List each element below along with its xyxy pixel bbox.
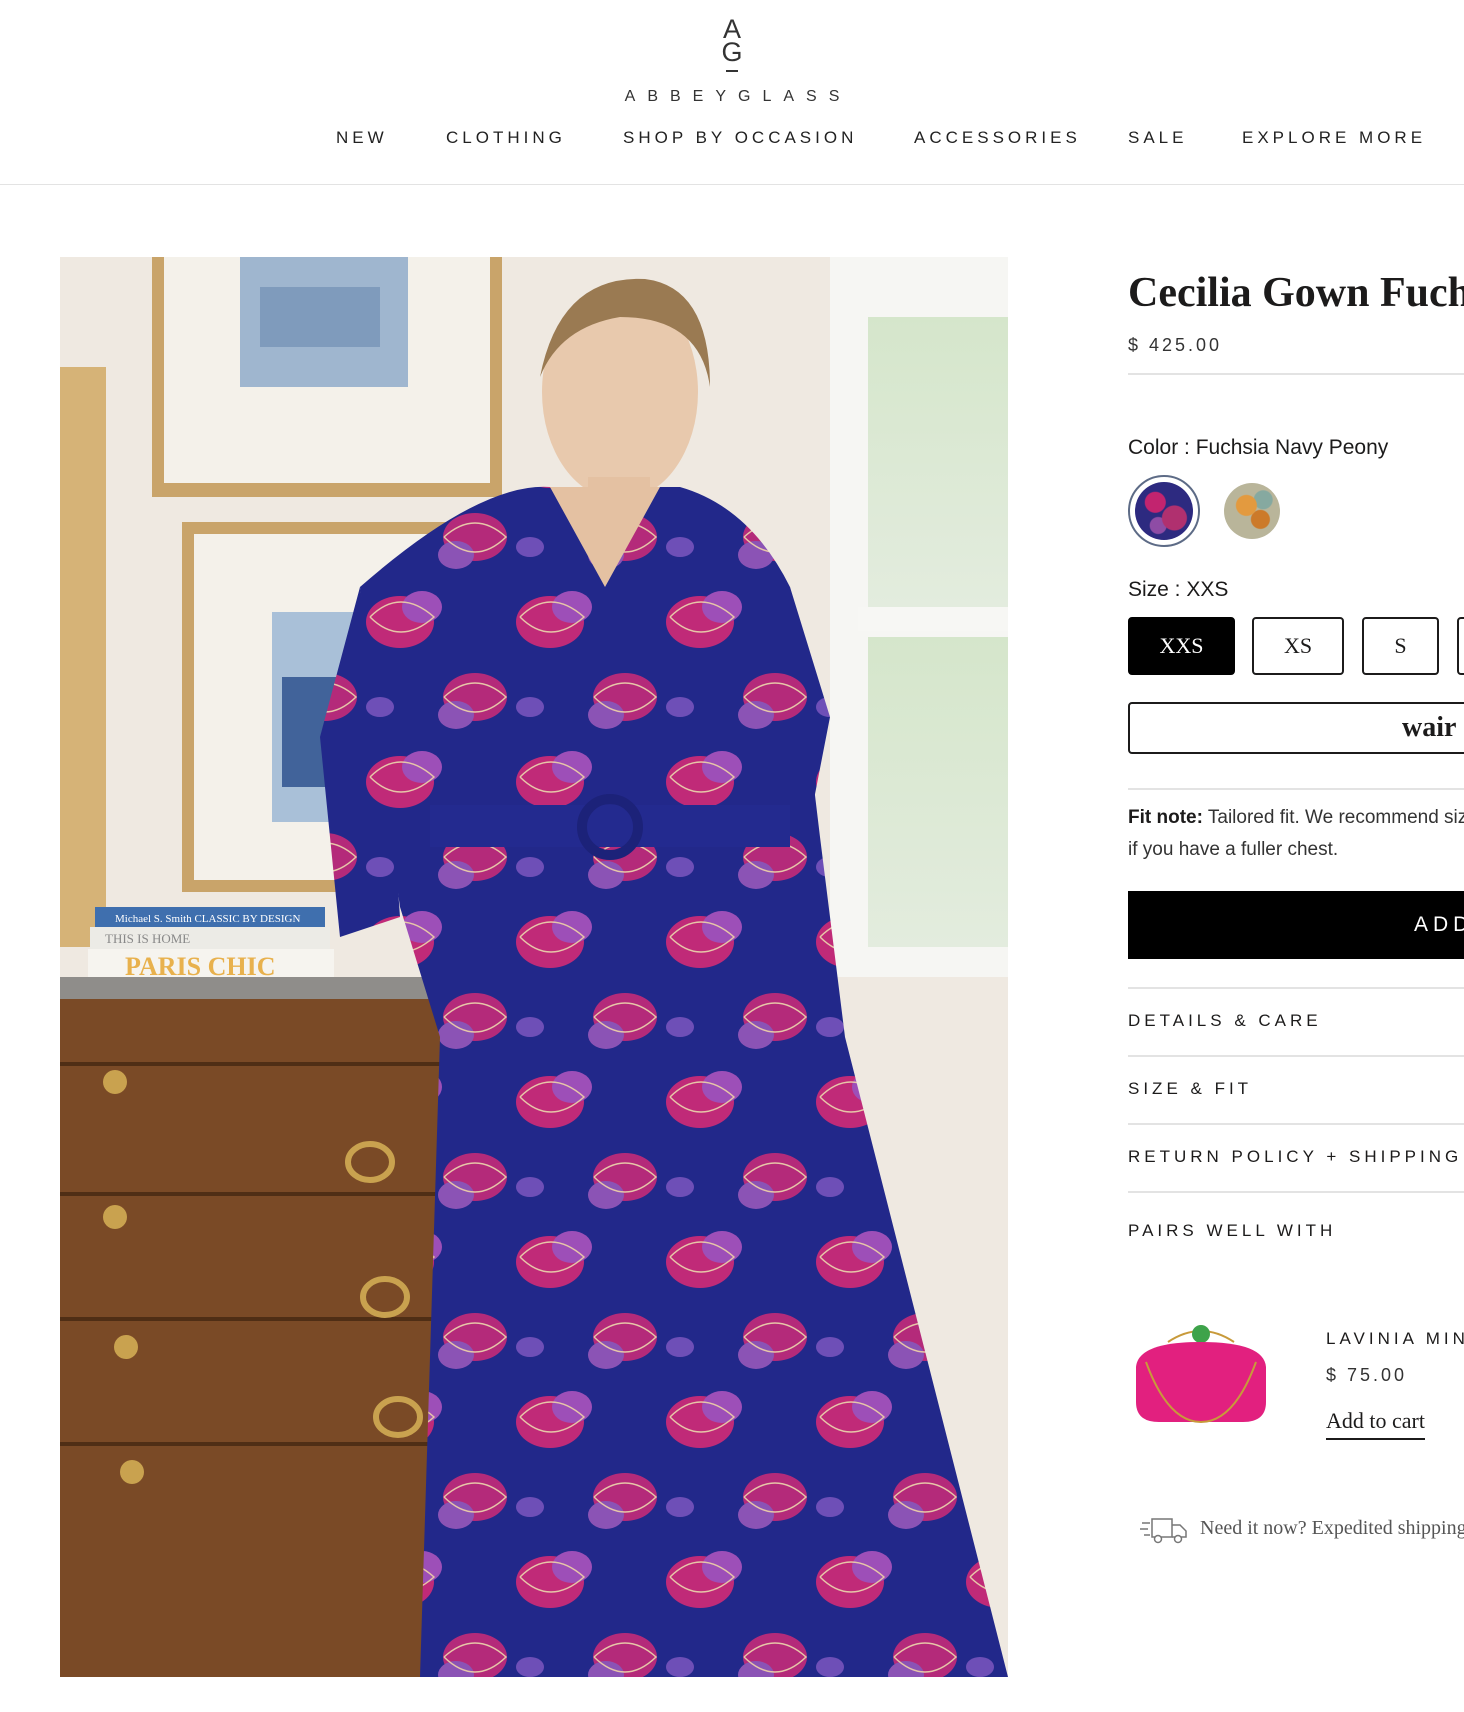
- pair-item-price: $ 75.00: [1326, 1365, 1408, 1385]
- main-nav: NEW CLOTHING SHOP BY OCCASION ACCESSORIE…: [0, 128, 1464, 156]
- product-photo: Michael S. Smith CLASSIC BY DESIGN THIS …: [60, 257, 1008, 1677]
- book-1-spine: Michael S. Smith CLASSIC BY DESIGN: [115, 913, 300, 925]
- accordion-label: RETURN POLICY + SHIPPING POLICY: [1128, 1147, 1464, 1166]
- window-pane-top: [868, 317, 1008, 607]
- accordion-details-care[interactable]: DETAILS & CARE: [1128, 989, 1464, 1055]
- nav-item-shop-by-occasion[interactable]: SHOP BY OCCASION: [623, 128, 857, 148]
- product-image[interactable]: Michael S. Smith CLASSIC BY DESIGN THIS …: [60, 257, 1008, 1677]
- divider: [1128, 788, 1464, 790]
- window-pane-bottom: [868, 637, 1008, 947]
- shipping-note-text: Need it now? Expedited shipping availabl…: [1200, 1517, 1464, 1539]
- color-label-prefix: Color :: [1128, 436, 1196, 459]
- size-label-value: XXS: [1186, 578, 1229, 601]
- pair-add-to-cart-link[interactable]: Add to cart: [1326, 1408, 1425, 1440]
- site-header: A G ABBEYGLASS NEW CLOTHING SHOP BY OCCA…: [0, 0, 1464, 185]
- color-swatch-alternate[interactable]: [1224, 483, 1280, 539]
- pair-item-name[interactable]: LAVINIA MINI CLUTCH: [1326, 1329, 1464, 1349]
- color-label: Color : Fuchsia Navy Peony: [1128, 436, 1388, 460]
- nav-item-explore-more[interactable]: EXPLORE MORE: [1242, 128, 1426, 148]
- monogram-logo: A G: [712, 14, 752, 76]
- brand-logo[interactable]: A G ABBEYGLASS: [0, 14, 1464, 106]
- book-3-spine: PARIS CHIC: [125, 952, 275, 981]
- brand-wordmark: ABBEYGLASS: [624, 88, 852, 105]
- color-swatch-fuchsia-navy-peony[interactable]: [1128, 475, 1200, 547]
- size-label-prefix: Size :: [1128, 578, 1187, 601]
- size-button-xxs[interactable]: XXS: [1128, 617, 1235, 675]
- fit-note-label: Fit note:: [1128, 807, 1203, 828]
- nav-item-sale[interactable]: SALE: [1128, 128, 1187, 148]
- divider: [1128, 373, 1464, 375]
- add-to-cart-label: ADD TO CART: [1414, 913, 1464, 936]
- product-info: Cecilia Gown Fuchsia Navy Peony $ 425.00…: [1128, 257, 1464, 1712]
- accordion-label: DETAILS & CARE: [1128, 1011, 1322, 1030]
- add-to-cart-button[interactable]: ADD TO CART: [1128, 891, 1464, 959]
- color-label-value: Fuchsia Navy Peony: [1195, 436, 1389, 459]
- accordion-label: SIZE & FIT: [1128, 1079, 1253, 1098]
- divider: [1128, 1191, 1464, 1193]
- size-label: Size : XXS: [1128, 578, 1228, 602]
- nav-item-accessories[interactable]: ACCESSORIES: [914, 128, 1081, 148]
- swatch-fill: [1135, 482, 1193, 540]
- size-button-xs[interactable]: XS: [1252, 617, 1344, 675]
- wair-label: wair: [1402, 712, 1457, 743]
- pairs-well-heading: PAIRS WELL WITH: [1128, 1221, 1337, 1240]
- nav-item-clothing[interactable]: CLOTHING: [446, 128, 566, 148]
- accordion-size-fit[interactable]: SIZE & FIT: [1128, 1057, 1464, 1123]
- size-button-s[interactable]: S: [1362, 617, 1439, 675]
- monogram-bar: [726, 70, 738, 72]
- product-title: Cecilia Gown Fuchsia Navy Peony: [1128, 270, 1464, 316]
- size-button-next[interactable]: [1457, 617, 1464, 675]
- product-price: $ 425.00: [1128, 335, 1223, 355]
- wair-fit-button[interactable]: wair: [1128, 702, 1464, 754]
- delivery-truck-icon: [1140, 1518, 1187, 1544]
- fit-note: Fit note: Tailored fit. We recommend siz…: [1128, 802, 1464, 866]
- clutch-product-image[interactable]: [1128, 1322, 1274, 1432]
- book-2-spine: THIS IS HOME: [105, 931, 190, 946]
- monogram-g: G: [721, 37, 743, 67]
- nav-item-new[interactable]: NEW: [336, 128, 388, 148]
- accordion-return-shipping[interactable]: RETURN POLICY + SHIPPING POLICY: [1128, 1125, 1464, 1191]
